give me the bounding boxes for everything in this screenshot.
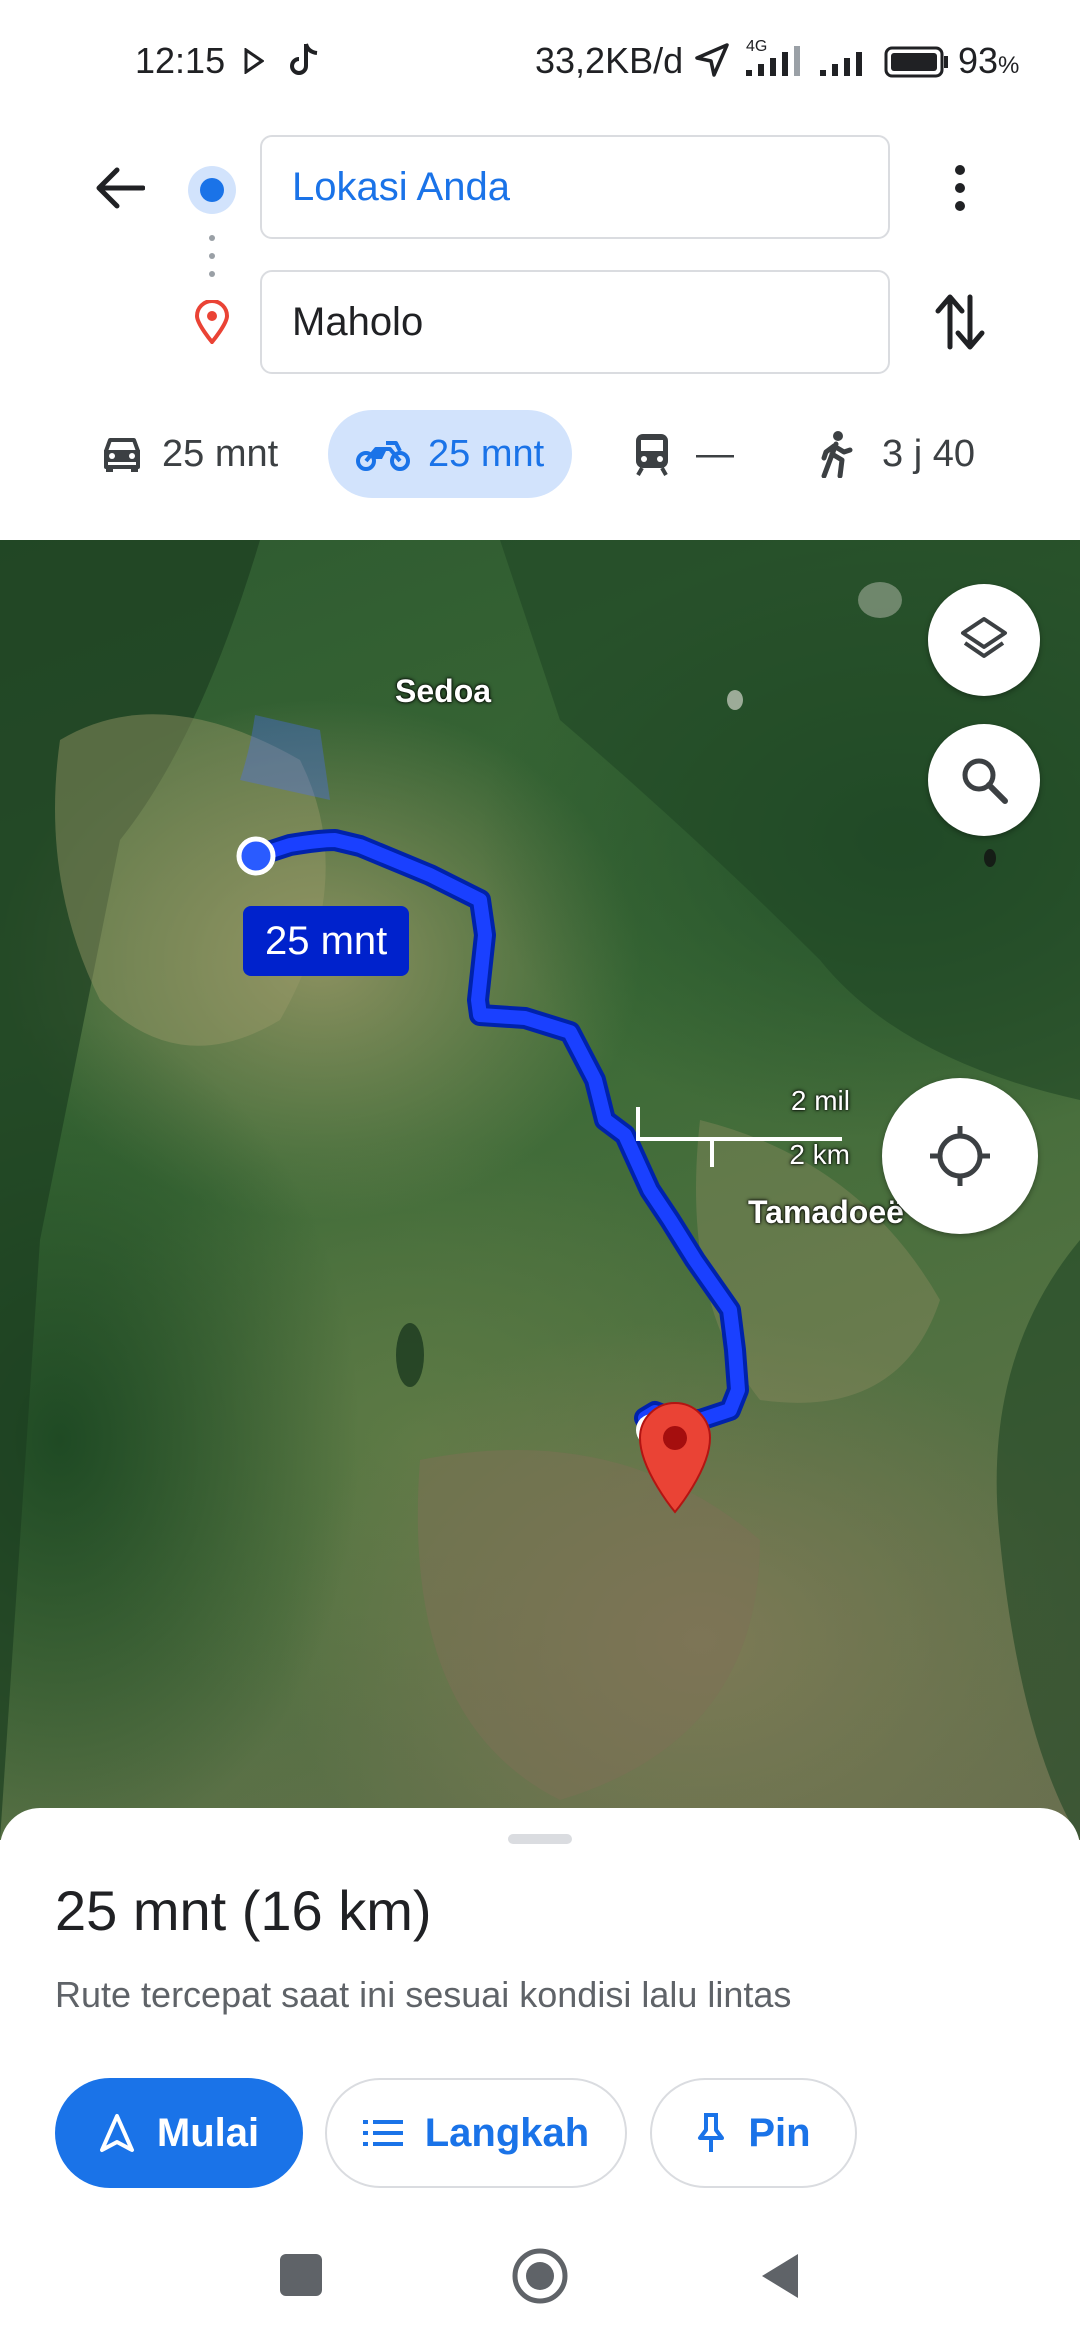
map-scale: 2 mil 2 km: [620, 1085, 850, 1195]
recents-button[interactable]: [280, 2254, 322, 2296]
location-arrow-icon: [695, 43, 729, 77]
destination-pin-icon: [194, 300, 230, 344]
scale-bar: [636, 1107, 842, 1167]
destination-text: Maholo: [292, 299, 424, 344]
tiktok-icon: [290, 43, 318, 75]
destination-field[interactable]: Maholo: [260, 270, 890, 374]
route-duration-chip[interactable]: 25 mnt: [243, 906, 410, 976]
steps-button[interactable]: Langkah: [325, 2078, 627, 2188]
search-along-route-button[interactable]: [928, 724, 1040, 836]
route-summary-title: 25 mnt (16 km): [55, 1879, 432, 1942]
origin-dot-icon: [188, 166, 236, 214]
mode-walk-label: 3 j 40: [882, 432, 975, 475]
navigation-arrow-icon: [99, 2114, 134, 2152]
mode-transit[interactable]: —: [632, 410, 734, 498]
steps-label: Langkah: [424, 2110, 590, 2155]
pin-icon: [698, 2113, 725, 2152]
transit-icon: [636, 434, 668, 476]
origin-text: Lokasi Anda: [292, 164, 510, 209]
mode-motorcycle-label: 25 mnt: [428, 432, 545, 475]
start-label: Mulai: [156, 2110, 260, 2155]
more-vert-icon: [955, 165, 965, 211]
mode-motorcycle[interactable]: 25 mnt: [328, 410, 573, 498]
network-speed: 33,2KB/d: [535, 40, 684, 81]
map-view[interactable]: Sedoa Tamadoeë 25 mnt 2 mil 2 km: [0, 540, 1080, 1840]
search-icon: [962, 758, 1008, 804]
route-dots: [209, 235, 215, 277]
walk-icon: [821, 431, 853, 478]
crosshair-icon: [930, 1126, 990, 1186]
mode-car[interactable]: 25 mnt: [100, 410, 278, 498]
motorcycle-icon: [356, 441, 410, 471]
mode-transit-label: —: [696, 432, 734, 475]
signal-icon: [746, 46, 800, 76]
back-nav-button[interactable]: [758, 2250, 802, 2302]
pin-label: Pin: [748, 2110, 811, 2155]
system-nav-bar: [0, 2230, 1080, 2340]
layers-button[interactable]: [928, 584, 1040, 696]
back-button[interactable]: [80, 140, 160, 236]
start-button[interactable]: Mulai: [55, 2078, 303, 2188]
signal-2-icon: [820, 52, 862, 76]
mode-walk[interactable]: 3 j 40: [818, 410, 975, 498]
home-button[interactable]: [510, 2246, 570, 2306]
more-options-button[interactable]: [925, 140, 995, 236]
swap-button[interactable]: [920, 272, 1000, 372]
layers-icon: [961, 617, 1007, 658]
swap-vert-icon: [935, 294, 985, 350]
battery-percent: 93%: [958, 40, 1020, 81]
route-duration-label: 25 mnt: [265, 918, 388, 963]
list-icon: [362, 2120, 403, 2146]
status-bar: 12:15 33,2KB/d 4G 93%: [0, 0, 1080, 125]
play-store-icon: [244, 48, 264, 74]
pin-button[interactable]: Pin: [650, 2078, 857, 2188]
arrow-left-icon: [96, 167, 145, 209]
my-location-button[interactable]: [882, 1078, 1038, 1234]
status-time: 12:15: [135, 40, 226, 81]
car-icon: [104, 438, 140, 472]
drag-handle[interactable]: [508, 1834, 572, 1844]
route-summary-subtitle: Rute tercepat saat ini sesuai kondisi la…: [55, 1974, 792, 2015]
mode-car-label: 25 mnt: [162, 432, 279, 475]
battery-icon: [884, 46, 948, 78]
origin-field[interactable]: Lokasi Anda: [260, 135, 890, 239]
